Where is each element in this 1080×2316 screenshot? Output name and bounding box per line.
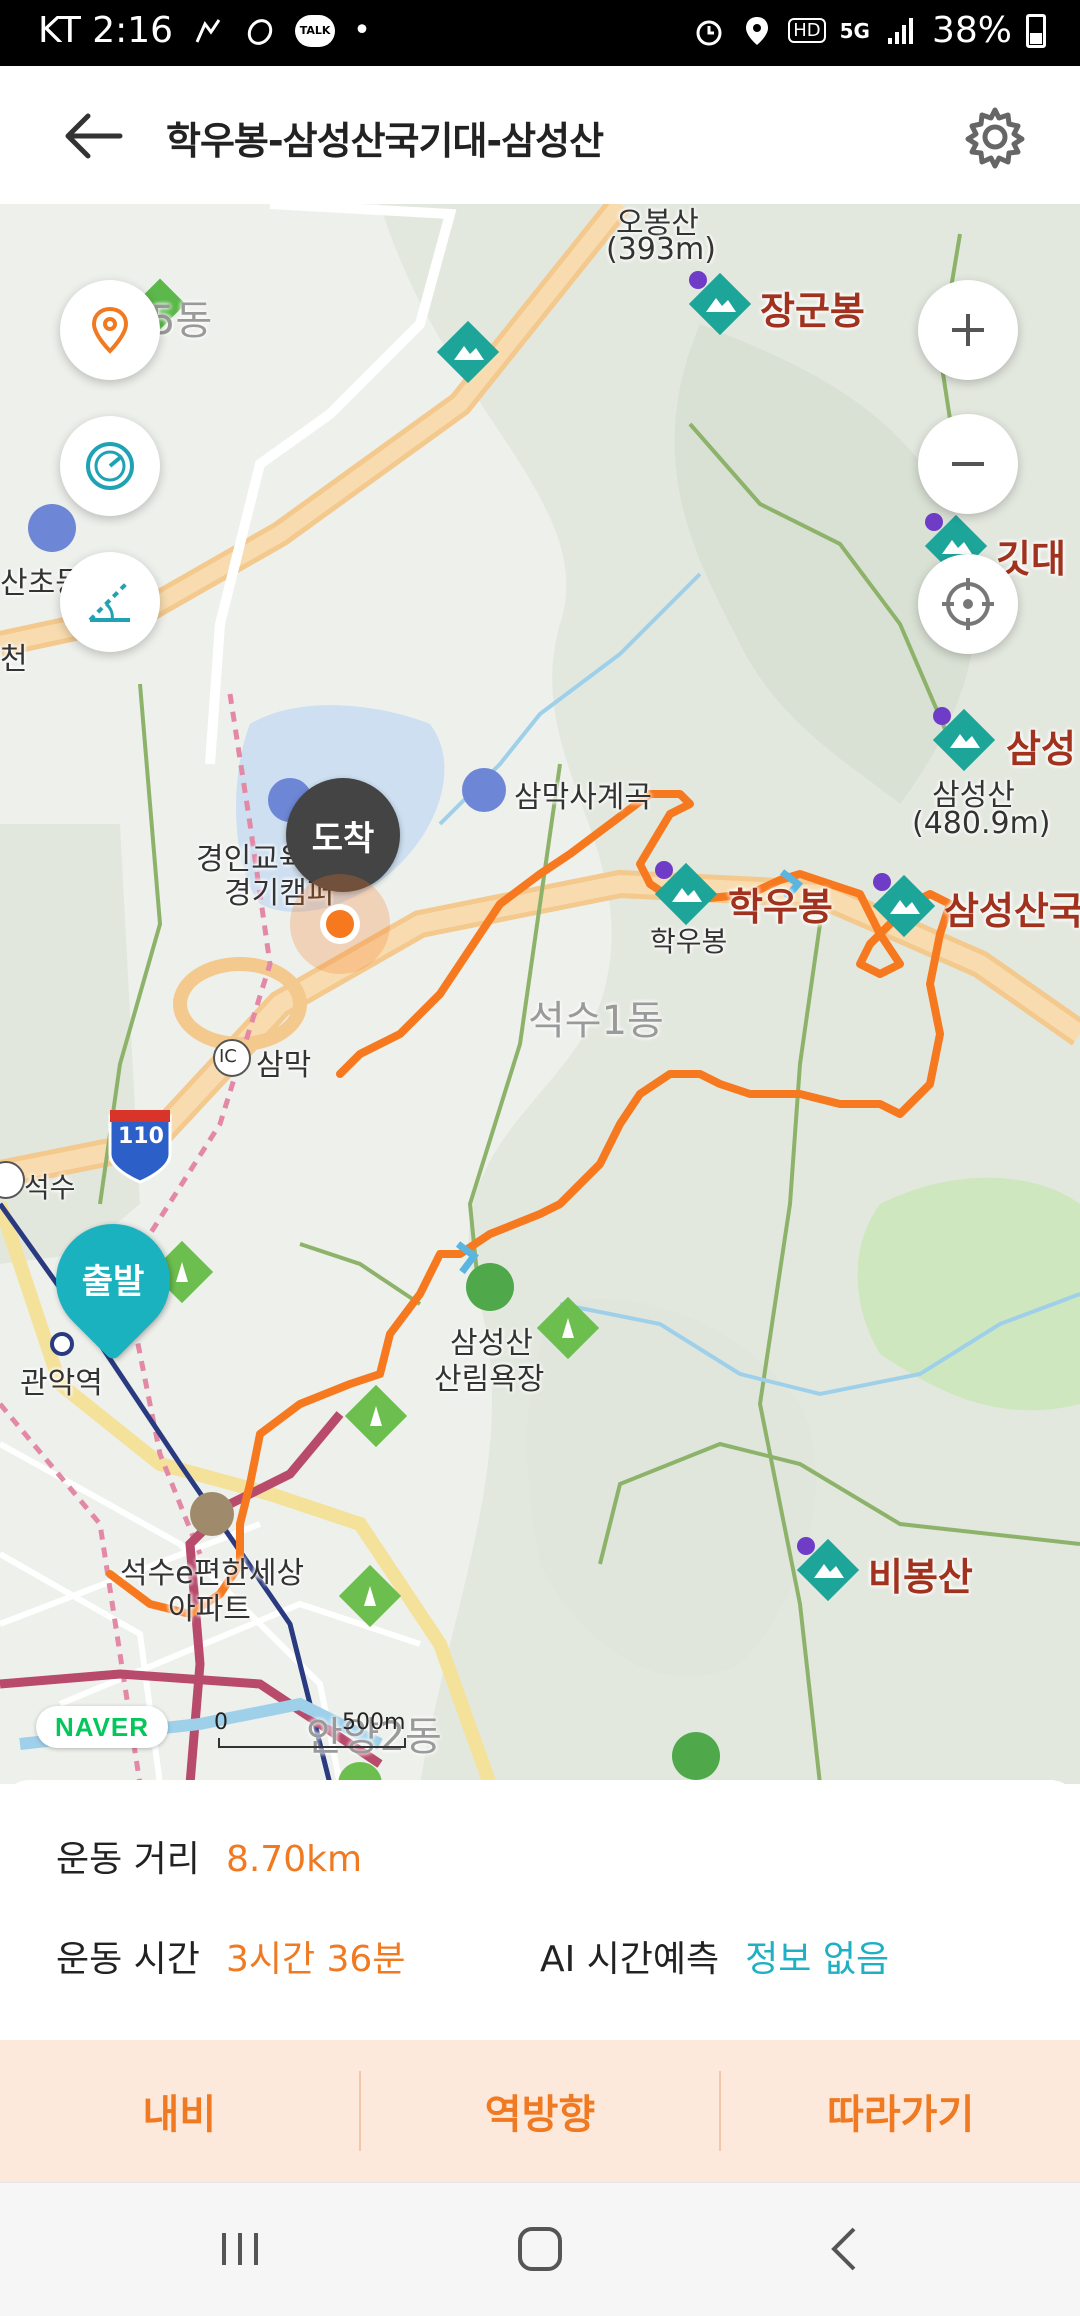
- location-pin-icon: [91, 306, 129, 354]
- area-label: 천: [0, 642, 28, 677]
- navigate-button[interactable]: 내비: [0, 2040, 359, 2182]
- scale-bar: [218, 1738, 406, 1748]
- peak-label-samsung[interactable]: 삼성: [1006, 718, 1076, 773]
- fitness-app-icon: [195, 18, 221, 43]
- plus-icon: [952, 314, 984, 346]
- follow-route-button[interactable]: 따라가기: [721, 2040, 1080, 2182]
- time-value: 3시간 36분: [225, 1939, 406, 1980]
- current-location-icon: [290, 874, 390, 974]
- end-marker-label: 도착: [311, 818, 375, 859]
- route-title: 학우봉-삼성산국기대-삼성산: [166, 119, 604, 163]
- distance-value: 8.70km: [225, 1839, 363, 1880]
- samsungsan-height-label: (480.9m): [912, 806, 1051, 841]
- status-bar: KT 2:16 TALK • HD 5G 38%: [0, 0, 1080, 66]
- distance-label: 운동 거리: [56, 1839, 200, 1880]
- forest-label-2: 산림욕장: [434, 1362, 545, 1397]
- ai-estimate-value: 정보 없음: [745, 1939, 890, 1980]
- route-stats-panel: 운동 거리 8.70km 운동 시간 3시간 36분 AI 시간예측 정보 없음: [0, 1780, 1080, 2036]
- interchange-label: 삼막: [256, 1048, 312, 1083]
- battery-icon: [1026, 13, 1046, 48]
- seoksu-ic-label: 석수: [24, 1171, 76, 1204]
- peak-label-bibongsan[interactable]: 비봉산: [868, 1546, 973, 1601]
- location-pin-button[interactable]: [60, 280, 160, 380]
- speed-gauge-button[interactable]: [60, 416, 160, 516]
- slope-icon: [88, 582, 130, 622]
- peak-label-samsungsan-guk[interactable]: 삼성산국: [944, 880, 1080, 935]
- crosshair-icon: [942, 578, 994, 630]
- zoom-in-button[interactable]: [918, 280, 1018, 380]
- dong-label-seoksu1: 석수1동: [528, 998, 664, 1044]
- time-label: 운동 시간: [56, 1939, 200, 1980]
- talk-icon: TALK: [295, 14, 336, 47]
- system-nav-bar: [0, 2182, 1080, 2316]
- gauge-icon: [86, 442, 134, 490]
- map-scale: 0 500m: [214, 1710, 414, 1750]
- recent-apps-icon[interactable]: [210, 2219, 270, 2279]
- home-icon[interactable]: [510, 2219, 570, 2279]
- sneaker-icon: [247, 18, 273, 45]
- hd-icon: HD: [788, 18, 826, 43]
- station-label: 관악역: [20, 1366, 103, 1401]
- summit-height-label: (393m): [606, 232, 716, 267]
- battery-percent: 38%: [931, 10, 1012, 51]
- zoom-out-button[interactable]: [918, 414, 1018, 514]
- highway-number: 110: [118, 1124, 164, 1149]
- back-nav-icon[interactable]: [816, 2219, 876, 2279]
- peak-label-janggunbong[interactable]: 장군봉: [760, 280, 865, 335]
- naver-logo: NAVER: [36, 1706, 168, 1748]
- location-icon: [746, 16, 769, 45]
- action-bar: 내비 역방향 따라가기: [0, 2040, 1080, 2182]
- start-marker-label: 출발: [81, 1262, 145, 1302]
- minus-icon: [952, 462, 984, 466]
- alarm-icon: [696, 20, 722, 45]
- notification-dot: •: [353, 13, 371, 48]
- 5g-icon: 5G: [839, 18, 870, 43]
- peak-label-hakubong[interactable]: 학우봉: [728, 876, 833, 931]
- time-stat: 운동 시간 3시간 36분: [56, 1930, 405, 1982]
- carrier-time: KT 2:16: [38, 10, 174, 51]
- scale-zero: 0: [214, 1710, 228, 1735]
- distance-stat: 운동 거리 8.70km: [56, 1830, 362, 1882]
- valley-label: 삼막사계곡: [514, 780, 652, 815]
- elevation-button[interactable]: [60, 552, 160, 652]
- ic-label: IC: [219, 1046, 237, 1067]
- ai-estimate-label: AI 시간예측: [540, 1939, 720, 1980]
- reverse-route-button[interactable]: 역방향: [361, 2040, 720, 2182]
- hakubong-sub-label: 학우봉: [650, 925, 728, 958]
- signal-icon: [887, 17, 913, 44]
- gear-icon[interactable]: [962, 104, 1028, 170]
- top-app-bar: 학우봉-삼성산국기대-삼성산: [0, 66, 1080, 204]
- apartment-label-2: 아파트: [168, 1592, 251, 1627]
- map-view[interactable]: 오봉산 (393m) 장군봉 5동 산초동 천 깃대 삼성 삼막사계곡 삼성산 …: [0, 204, 1080, 1784]
- scale-distance: 500m: [342, 1710, 406, 1735]
- my-location-button[interactable]: [918, 554, 1018, 654]
- back-arrow-icon[interactable]: [58, 106, 128, 166]
- ai-estimate-stat: AI 시간예측 정보 없음: [540, 1930, 889, 1982]
